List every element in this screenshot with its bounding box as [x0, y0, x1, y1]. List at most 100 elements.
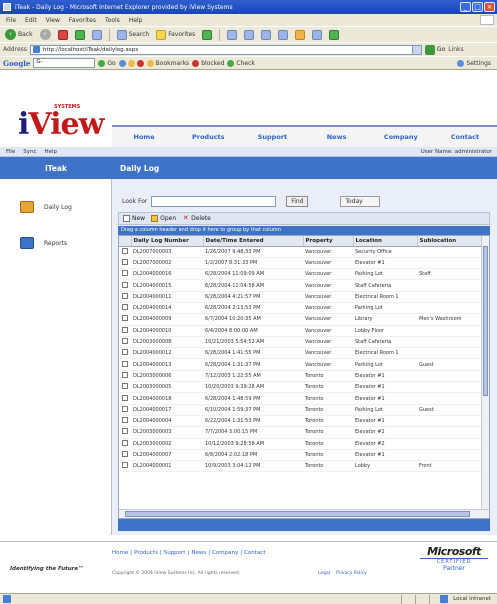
- refresh-button[interactable]: [73, 28, 87, 41]
- table-row[interactable]: DL2003000005 10/20/2003 9:39:28 AM Toronto…: [119, 381, 483, 394]
- links-label[interactable]: Links: [448, 46, 463, 53]
- row-checkbox[interactable]: [122, 383, 128, 390]
- table-row[interactable]: DL2004000011 6/28/2004 4:21:57 PM Vancouve…: [119, 291, 483, 303]
- search-button[interactable]: Search: [115, 28, 152, 41]
- scroll-thumb[interactable]: [125, 511, 470, 517]
- table-row[interactable]: DL2004000017 6/10/2004 1:59:37 PM Toronto P…: [119, 404, 483, 416]
- footer-link-company[interactable]: Company: [212, 550, 238, 556]
- table-row[interactable]: DL2004000012 6/28/2004 1:41:55 PM Vancouve…: [119, 347, 483, 360]
- nav-home[interactable]: Home: [112, 133, 176, 141]
- home-button[interactable]: [90, 28, 104, 41]
- table-row[interactable]: DL2004000007 6/8/2004 2:02:18 PM Toronto El…: [119, 449, 483, 462]
- table-row[interactable]: DL2003000002 10/12/2003 9:28:58 AM Toronto…: [119, 438, 483, 450]
- nav-company[interactable]: Company: [369, 133, 433, 141]
- group-by-area[interactable]: Drag a column header and drop it here to…: [118, 226, 490, 235]
- bookmarks-button[interactable]: Bookmarks: [146, 59, 189, 67]
- row-checkbox[interactable]: [122, 405, 128, 412]
- scroll-thumb[interactable]: [483, 246, 488, 396]
- row-checkbox[interactable]: [122, 439, 128, 446]
- folder-button[interactable]: [293, 28, 307, 41]
- table-row[interactable]: DL2004000016 6/28/2004 11:09:09 AM Vancouv…: [119, 268, 483, 281]
- print-button[interactable]: [259, 28, 273, 41]
- look-for-input[interactable]: [151, 196, 277, 207]
- row-checkbox[interactable]: [122, 371, 128, 378]
- nav-contact[interactable]: Contact: [433, 133, 497, 141]
- app-menu-file[interactable]: File: [6, 149, 15, 155]
- row-checkbox[interactable]: [122, 326, 128, 333]
- google-logo[interactable]: Google: [3, 59, 30, 68]
- mail-button[interactable]: [242, 28, 256, 41]
- menu-file[interactable]: File: [6, 17, 16, 24]
- find-button[interactable]: Find: [286, 196, 309, 207]
- table-row[interactable]: DL2003000003 7/7/2004 3:00:15 PM Toronto El…: [119, 426, 483, 439]
- media-button[interactable]: [200, 28, 214, 41]
- table-row[interactable]: DL2004000013 6/28/2004 1:31:37 PM Vancouve…: [119, 358, 483, 371]
- table-row[interactable]: DL2004000018 6/28/2004 1:48:59 PM Toronto E…: [119, 392, 483, 405]
- column-header-date[interactable]: Date/Time Entered: [203, 236, 304, 247]
- table-row[interactable]: DL2004000015 6/28/2004 11:04:58 AM Vancouv…: [119, 279, 483, 292]
- app-menu-sync[interactable]: Sync: [23, 149, 36, 155]
- popup-blocked-button[interactable]: blocked: [192, 59, 224, 67]
- delete-button[interactable]: ✕ Delete: [182, 215, 211, 223]
- row-checkbox[interactable]: [122, 428, 128, 435]
- google-tools[interactable]: [118, 59, 144, 67]
- table-row[interactable]: DL2004000014 6/28/2004 2:13:53 PM Vancouve…: [119, 302, 483, 315]
- go-button[interactable]: Go: [424, 44, 445, 55]
- row-checkbox[interactable]: [122, 292, 128, 299]
- footer-link-products[interactable]: Products: [134, 550, 158, 556]
- table-row[interactable]: DL2007000002 1/2/2007 8:31:33 PM Vancouver…: [119, 257, 483, 270]
- menu-view[interactable]: View: [46, 17, 60, 24]
- row-checkbox[interactable]: [122, 349, 128, 356]
- menu-tools[interactable]: Tools: [105, 17, 120, 24]
- privacy-link[interactable]: Privacy Policy: [336, 571, 367, 576]
- table-row[interactable]: DL2004000004 6/22/2004 1:31:53 PM Toronto E…: [119, 415, 483, 428]
- row-checkbox[interactable]: [122, 417, 128, 424]
- vertical-scrollbar[interactable]: [481, 236, 489, 510]
- row-checkbox[interactable]: [122, 247, 128, 254]
- open-button[interactable]: Open: [151, 215, 176, 222]
- row-checkbox[interactable]: [122, 304, 128, 311]
- favorites-button[interactable]: Favorites: [154, 28, 197, 41]
- sidebar-item-reports[interactable]: Reports: [20, 237, 67, 249]
- table-row[interactable]: DL2003000008 10/21/2003 5:54:52 AM Vancouv…: [119, 336, 483, 349]
- research-button[interactable]: [327, 28, 341, 41]
- new-button[interactable]: New: [123, 215, 145, 222]
- table-row[interactable]: DL2004000010 6/4/2004 8:00:00 AM Vancouver…: [119, 325, 483, 337]
- check-button[interactable]: Check: [227, 59, 255, 67]
- table-row[interactable]: DL2003000006 7/12/2003 1:22:55 AM Toronto E…: [119, 370, 483, 383]
- footer-link-news[interactable]: News: [191, 550, 206, 556]
- google-go-button[interactable]: Go: [98, 59, 116, 67]
- column-header-location[interactable]: Location: [353, 236, 418, 247]
- row-checkbox[interactable]: [122, 281, 128, 288]
- history-button[interactable]: [225, 28, 239, 41]
- maximize-button[interactable]: □: [472, 2, 483, 12]
- google-settings-button[interactable]: Settings: [457, 59, 491, 67]
- menu-help[interactable]: Help: [129, 17, 143, 24]
- table-row[interactable]: DL2004000001 10/9/2003 3:04:12 PM Toronto L…: [119, 460, 483, 473]
- stop-button[interactable]: [56, 28, 70, 41]
- column-header-log-number[interactable]: Daily Log Number: [131, 236, 204, 247]
- column-header-sublocation[interactable]: Sublocation: [417, 236, 484, 247]
- row-checkbox[interactable]: [122, 360, 128, 367]
- select-column-header[interactable]: [119, 236, 132, 247]
- close-button[interactable]: ×: [484, 2, 495, 12]
- edit-button[interactable]: [276, 28, 290, 41]
- row-checkbox[interactable]: [122, 270, 128, 277]
- nav-products[interactable]: Products: [176, 133, 240, 141]
- menu-edit[interactable]: Edit: [25, 17, 37, 24]
- google-search-input[interactable]: G-: [33, 58, 96, 68]
- table-row[interactable]: DL2007000003 1/26/2007 9:48:33 PM Vancouve…: [119, 246, 483, 258]
- row-checkbox[interactable]: [122, 258, 128, 265]
- nav-news[interactable]: News: [305, 133, 369, 141]
- row-checkbox[interactable]: [122, 462, 128, 469]
- back-button[interactable]: ‹ Back: [3, 28, 35, 41]
- row-checkbox[interactable]: [122, 394, 128, 401]
- menu-favorites[interactable]: Favorites: [69, 17, 96, 24]
- address-input[interactable]: http://localhost/iTeak/dailylog.aspx: [29, 44, 422, 55]
- iview-logo[interactable]: iView SYSTEMS: [18, 104, 104, 142]
- footer-link-home[interactable]: Home: [112, 550, 128, 556]
- nav-support[interactable]: Support: [240, 133, 304, 141]
- row-checkbox[interactable]: [122, 338, 128, 345]
- column-header-property[interactable]: Property: [303, 236, 354, 247]
- date-filter-select[interactable]: Today: [340, 196, 381, 207]
